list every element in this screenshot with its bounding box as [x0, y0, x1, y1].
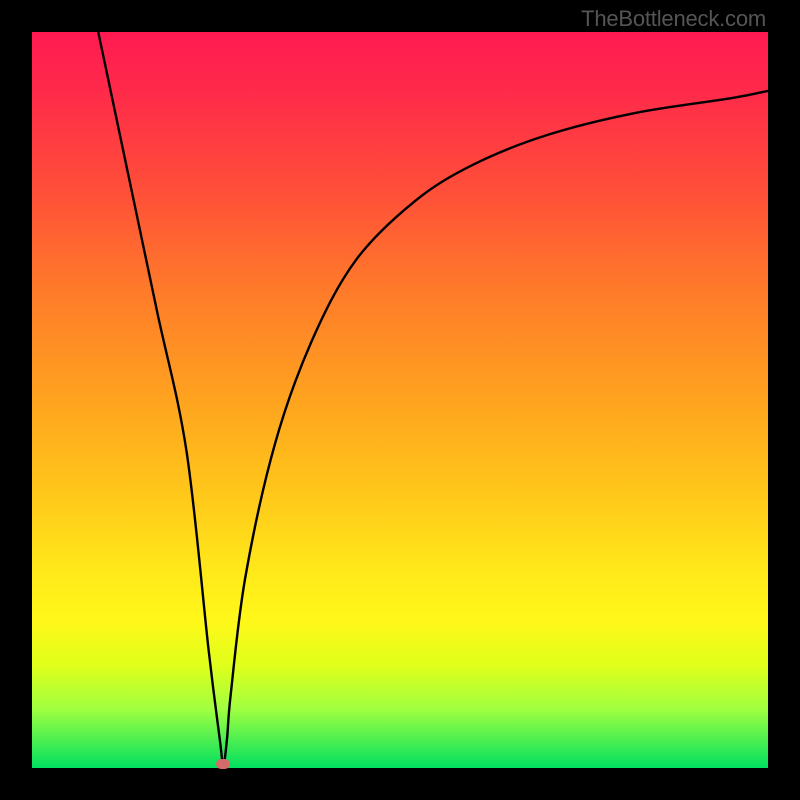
attribution-label: TheBottleneck.com — [581, 6, 766, 32]
bottleneck-curve — [32, 32, 768, 768]
